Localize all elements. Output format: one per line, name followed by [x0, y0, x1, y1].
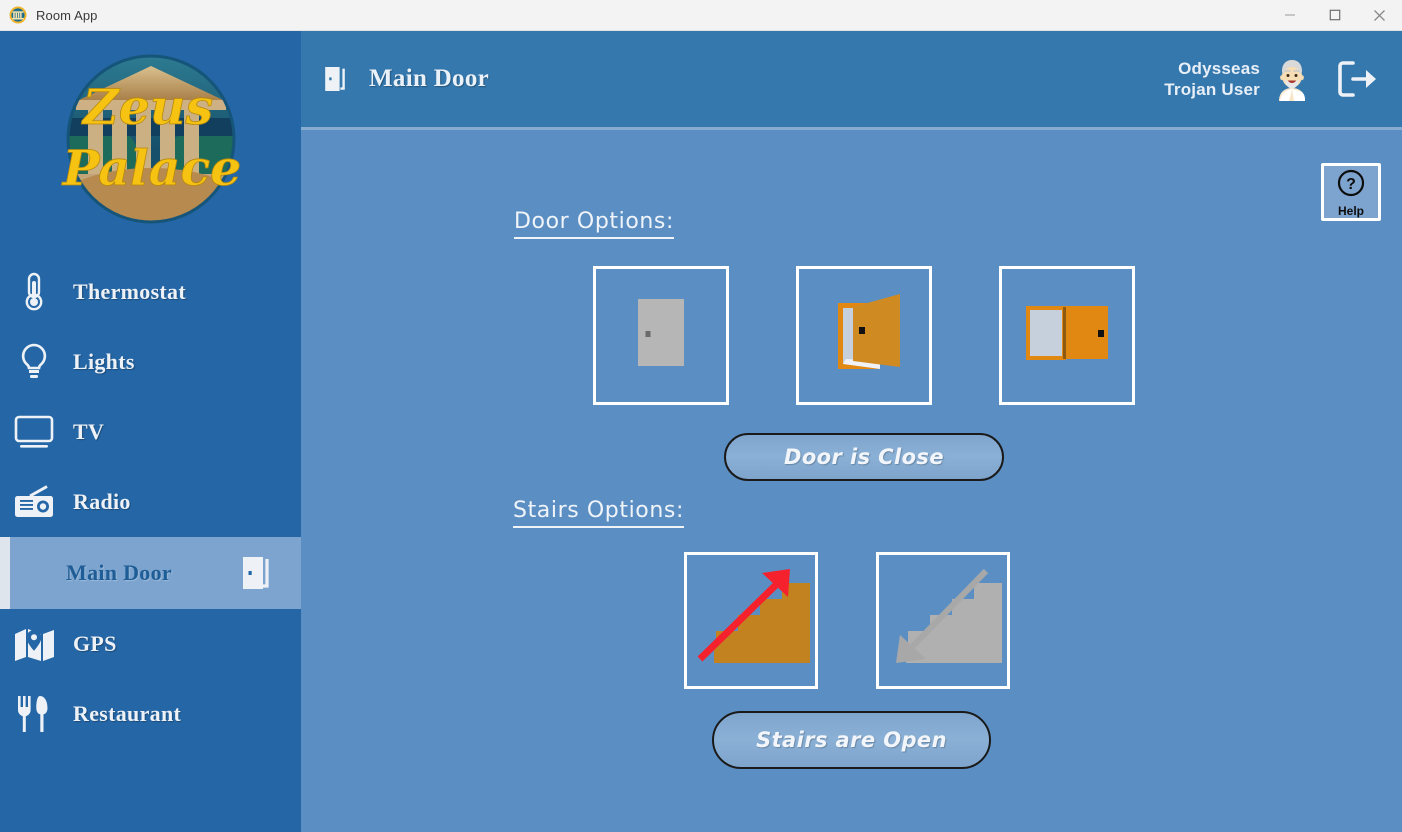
- map-icon: [10, 622, 58, 666]
- door-closed-icon: [613, 285, 709, 386]
- minimize-icon[interactable]: [1267, 0, 1312, 30]
- page-header: Main Door Odysseas Trojan User: [301, 31, 1402, 130]
- tv-icon: [10, 410, 58, 454]
- sidebar-item-label: Thermostat: [73, 279, 186, 304]
- sidebar-item-label: Radio: [73, 489, 131, 514]
- zeus-palace-logo: Zeus Palace: [60, 48, 242, 230]
- header-user-group: Odysseas Trojan User: [1164, 31, 1388, 127]
- app-logo-icon: [9, 6, 27, 24]
- stairs-down-option[interactable]: [876, 552, 1010, 689]
- sidebar-item-thermostat[interactable]: Thermostat: [0, 257, 301, 327]
- door-status-label: Door is Close: [784, 445, 944, 469]
- door-icon: [321, 62, 355, 96]
- logo-text-palace: Palace: [60, 139, 241, 197]
- user-role: Trojan User: [1164, 80, 1260, 99]
- sidebar-item-label: Lights: [73, 349, 135, 374]
- sidebar-item-label: Main Door: [66, 560, 172, 585]
- door-open-icon: [1019, 285, 1115, 386]
- main-content: ? Help Door Options: Door is Close Stair…: [301, 133, 1402, 832]
- maximize-icon[interactable]: [1312, 0, 1357, 30]
- stairs-status-button[interactable]: Stairs are Open: [712, 711, 991, 769]
- stairs-up-arrow-icon: [692, 559, 810, 682]
- door-open-option[interactable]: [999, 266, 1135, 405]
- question-mark-circle-icon: ?: [1337, 169, 1365, 202]
- stairs-status-label: Stairs are Open: [756, 728, 947, 752]
- sidebar-item-label: TV: [73, 419, 105, 444]
- door-icon: [235, 551, 283, 595]
- help-button-label: Help: [1337, 203, 1364, 218]
- sidebar-item-tv[interactable]: TV: [0, 397, 301, 467]
- window-title: Room App: [36, 7, 98, 23]
- door-ajar-option[interactable]: [796, 266, 932, 405]
- sidebar-item-radio[interactable]: Radio: [0, 467, 301, 537]
- thermostat-icon: [10, 270, 58, 314]
- user-info: Odysseas Trojan User: [1164, 58, 1260, 100]
- door-options-heading: Door Options:: [514, 209, 674, 239]
- sidebar: Zeus Palace Thermostat Lights TV Radio M…: [0, 31, 301, 832]
- sidebar-item-label: GPS: [73, 631, 117, 656]
- lightbulb-icon: [10, 340, 58, 384]
- sidebar-item-gps[interactable]: GPS: [0, 609, 301, 679]
- sidebar-item-lights[interactable]: Lights: [0, 327, 301, 397]
- door-closed-option[interactable]: [593, 266, 729, 405]
- old-man-avatar[interactable]: [1268, 55, 1316, 103]
- logo-text-zeus: Zeus: [80, 78, 212, 136]
- radio-icon: [10, 480, 58, 524]
- door-options-row: [593, 266, 1135, 405]
- stairs-options-row: [684, 552, 1010, 689]
- stairs-up-option[interactable]: [684, 552, 818, 689]
- sidebar-item-restaurant[interactable]: Restaurant: [0, 679, 301, 749]
- sidebar-item-main-door[interactable]: Main Door: [0, 537, 301, 609]
- cutlery-icon: [10, 692, 58, 736]
- page-title: Main Door: [369, 65, 490, 92]
- door-status-button[interactable]: Door is Close: [724, 433, 1004, 481]
- title-bar: Room App: [0, 0, 1402, 31]
- logout-icon[interactable]: [1334, 56, 1380, 102]
- svg-text:?: ?: [1346, 176, 1356, 193]
- stairs-options-heading: Stairs Options:: [513, 498, 684, 528]
- user-first-name: Odysseas: [1178, 59, 1260, 78]
- sidebar-nav: Thermostat Lights TV Radio Main Door GPS…: [0, 257, 301, 749]
- door-ajar-icon: [816, 285, 912, 386]
- close-icon[interactable]: [1357, 0, 1402, 30]
- help-button[interactable]: ? Help: [1321, 163, 1381, 221]
- app-window: Room App Zeus Palace Thermostat Lights T…: [0, 0, 1402, 832]
- stairs-down-arrow-icon: [884, 559, 1002, 682]
- header-title-group: Main Door: [321, 31, 489, 127]
- sidebar-item-label: Restaurant: [73, 701, 182, 726]
